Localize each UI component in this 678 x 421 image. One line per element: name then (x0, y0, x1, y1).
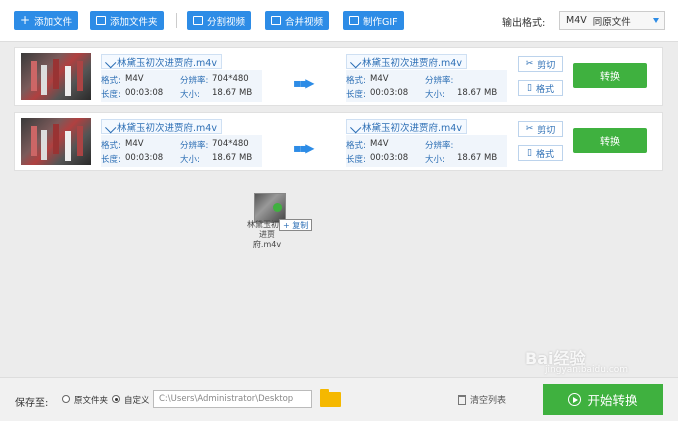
plus-icon: + (20, 13, 31, 27)
pencil-icon (105, 56, 117, 68)
clear-list-button[interactable]: 清空列表 (458, 393, 506, 406)
original-folder-radio[interactable] (62, 395, 70, 403)
link-icon (349, 16, 359, 25)
merge-icon (271, 16, 281, 25)
source-info: 格式: M4V 分辨率: 704*480 长度: 00:03:08 大小: 18… (101, 70, 262, 102)
toolbar-divider (176, 13, 177, 28)
output-format-value: M4V (566, 15, 587, 26)
folder-icon[interactable] (320, 389, 341, 407)
output-info: 格式: M4V 分辨率: 长度: 00:03:08 大小: 18.67 MB (346, 70, 507, 102)
scissors-icon: ✂ (525, 59, 534, 69)
convert-button[interactable]: 转换 (573, 128, 647, 153)
original-folder-label: 原文件夹 (74, 396, 109, 406)
folder-icon (96, 16, 106, 25)
format-button[interactable]: ▯ 格式 (518, 145, 563, 161)
cut-button[interactable]: ✂ 剪切 (518, 56, 563, 72)
copy-tooltip: + 复制 (279, 219, 313, 231)
make-gif-button[interactable]: 制作GIF (343, 11, 404, 30)
output-path-input[interactable]: C:\Users\Administrator\Desktop (153, 390, 312, 408)
video-thumbnail (21, 118, 91, 165)
document-icon: ▯ (527, 83, 532, 93)
chevron-down-icon (653, 18, 659, 23)
split-icon (193, 16, 203, 25)
source-name-field[interactable]: 林黛玉初次进贾府.m4v (101, 54, 222, 69)
output-format-note: 同原文件 (592, 16, 631, 28)
split-video-button[interactable]: 分割视频 (187, 11, 252, 30)
source-name-field[interactable]: 林黛玉初次进贾府.m4v (101, 119, 222, 134)
custom-folder-radio[interactable] (112, 395, 120, 403)
start-convert-button[interactable]: 开始转换 (543, 384, 663, 415)
document-icon: ▯ (527, 148, 532, 158)
pencil-icon (350, 56, 362, 68)
output-format-select[interactable]: M4V 同原文件 (559, 11, 665, 30)
play-icon (568, 393, 582, 406)
file-row: 林黛玉初次进贾府.m4v 格式: M4V 分辨率: 704*480 长度: 00… (14, 112, 663, 171)
scissors-icon: ✂ (525, 124, 534, 134)
bottom-bar: 保存至: 原文件夹 自定义 C:\Users\Administrator\Des… (0, 377, 678, 421)
add-file-button[interactable]: + 添加文件 (14, 11, 79, 30)
output-format-label: 输出格式: (502, 18, 546, 29)
toolbar: + 添加文件 添加文件夹 分割视频 合并视频 制作GIF 输出格式: M4V 同… (0, 0, 678, 42)
pencil-icon (105, 121, 117, 133)
output-info: 格式: M4V 分辨率: 长度: 00:03:08 大小: 18.67 MB (346, 135, 507, 167)
drag-ghost: 林黛玉初次进贾府.m4v + 复制 (245, 193, 313, 249)
arrow-right-icon: ▪▪▶ (293, 76, 314, 90)
arrow-right-icon: ▪▪▶ (293, 141, 314, 155)
video-thumbnail (21, 53, 91, 100)
output-name-field[interactable]: 林黛玉初次进贾府.m4v (346, 54, 467, 69)
source-info: 格式: M4V 分辨率: 704*480 长度: 00:03:08 大小: 18… (101, 135, 262, 167)
custom-folder-label: 自定义 (124, 396, 150, 406)
pencil-icon (350, 121, 362, 133)
file-row: 林黛玉初次进贾府.m4v 格式: M4V 分辨率: 704*480 长度: 00… (14, 47, 663, 106)
trash-icon (458, 394, 466, 405)
cut-button[interactable]: ✂ 剪切 (518, 121, 563, 137)
format-button[interactable]: ▯ 格式 (518, 80, 563, 96)
save-to-label: 保存至: (15, 398, 49, 409)
merge-video-button[interactable]: 合并视频 (265, 11, 330, 30)
watermark-url: jingyan.baidu.com (545, 365, 629, 375)
add-folder-button[interactable]: 添加文件夹 (90, 11, 164, 30)
convert-button[interactable]: 转换 (573, 63, 647, 88)
output-name-field[interactable]: 林黛玉初次进贾府.m4v (346, 119, 467, 134)
